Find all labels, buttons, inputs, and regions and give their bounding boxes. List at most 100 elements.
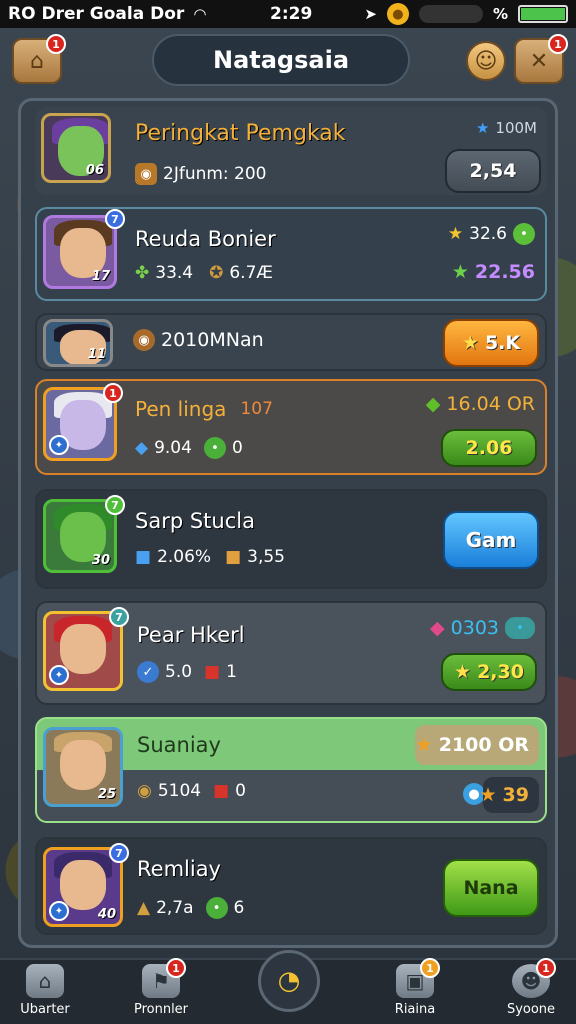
header: ⌂ 1 Natagsaia ☺ ✕ 1 [0,30,576,92]
level-label: 40 [97,907,116,922]
leaf-icon: • [203,437,226,459]
avatar: 06 [41,113,111,183]
featured-row[interactable]: 06 Peringkat Pemgkak ◉ 2Jfunm: 200 ★ 100… [35,107,547,195]
avatar: 17 [43,215,117,289]
score-top: ★ 2100 OR [415,725,539,765]
score-value: 22.56 [474,261,535,283]
score-value: 32.6 [469,224,507,244]
coin-icon: ◉ [137,781,152,801]
coin-icon: ◉ [135,163,157,185]
level-label: 30 [91,553,110,568]
gem-icon: ◆ [430,617,445,639]
profile-button[interactable]: ☺ [466,41,506,81]
stat-group: ◆ 9.04 • 0 [135,437,243,459]
page-title: Natagsaia [152,34,410,86]
notification-badge: 1 [46,34,66,54]
star-icon: ★ [451,261,469,283]
home-icon: ⌂ [30,48,44,74]
score-top: ◆ 0303 • [430,617,535,639]
level-label: 06 [85,163,104,178]
stat-value: 0 [235,781,246,801]
list-item[interactable]: ✦ 40 7 Remliay ▲ 2,7a • 6 Nana [35,837,547,935]
close-icon: ✕ [529,48,549,74]
stat-value: 5104 [157,781,202,801]
coin-icon: ◉ [133,329,155,351]
stat-value: 6 [233,898,245,918]
list-item[interactable]: 30 7 Sarp Stucla ■ 2.06% ■ 3,55 Gam [35,489,547,589]
nav-item-account[interactable]: ☻ 1 Syoone [486,958,576,1024]
stat-value: 0 [231,438,243,458]
close-button[interactable]: ✕ 1 [514,34,568,84]
battery-percent: % [492,5,508,23]
player-name: Pear Hkerl [137,623,245,647]
stat-value: 5.0 [165,662,193,682]
face-shape [60,740,106,790]
star-icon: ★ [415,734,433,756]
list-item[interactable]: ✦ 7 Pear Hkerl ✓ 5.0 ■ 1 ◆ 0303 • ★ 2,30 [35,601,547,705]
location-icon: ➤ [364,5,377,23]
button-label: 2,30 [477,661,524,683]
level-label: 17 [91,269,110,284]
nav-item-home[interactable]: ⌂ Ubarter [0,964,90,1024]
player-name-group: Pen linga 107 [135,397,273,421]
score-bottom: ★ 39 [479,777,539,813]
bag-icon: ■ [225,547,242,567]
nav-label: Syoone [506,1002,556,1017]
face-shape [60,624,106,674]
face-shape [60,860,106,910]
status-pill [418,5,483,23]
user-icon: ☻ 1 [512,958,556,998]
notification-badge: 1 [166,958,186,978]
player-name: 2010MNan [161,329,264,351]
notification-badge: 1 [420,958,440,978]
top-value-text: 100M [495,119,537,137]
bottom-nav: ⌂ Ubarter ⚑ 1 Pronnler ◔ ▣ 1 Riaina ☻ 1 … [0,950,576,1024]
score-button[interactable]: ★ 2,30 [441,653,537,691]
clover-icon: ✤ [135,263,150,283]
stat-value: 9.04 [154,438,192,458]
action-button[interactable]: Gam [443,511,539,569]
score-value: 0303 [450,617,499,639]
stat-group: ✓ 5.0 ■ 1 [137,661,237,683]
player-name: Suaniay [137,733,221,757]
nav-label: Pronnler [133,1002,189,1017]
emblem-icon: ✦ [49,901,69,921]
nav-center-button[interactable]: ◔ [258,950,320,1012]
nav-label: Ubarter [20,1002,70,1017]
player-name: Reuda Bonier [135,227,276,251]
battery-icon [518,5,568,23]
list-item[interactable]: 25 Suaniay ◉ 5104 ■ 0 ★ 2100 OR ● ★ 39 [35,717,547,823]
shop-icon: ▣ 1 [396,958,440,998]
stat-group: ◉ 5104 ■ 0 [137,781,246,801]
score-button[interactable]: 2.06 [441,429,537,467]
top-value: ★ 100M [476,119,537,137]
notification-badge: 1 [536,958,556,978]
reward-button[interactable]: ★ 5.K [443,319,539,367]
coin-icon: ● [386,3,409,25]
home-button[interactable]: ⌂ 1 [12,34,66,84]
wifi-icon: ◠ [194,5,206,23]
flag-icon: ⚑ 1 [142,958,186,998]
gear-icon: ✪ [209,263,224,283]
leaf-icon: • [205,897,228,919]
score-bottom: ★ 22.56 [452,261,535,283]
rank-badge: 7 [105,495,125,515]
stat-value: 2,7a [156,898,194,918]
list-item[interactable]: ✦ 1 Pen linga 107 ◆ 9.04 • 0 ◆ 16.04 OR … [35,379,547,475]
nav-item-shop[interactable]: ▣ 1 Riaina [370,958,460,1024]
featured-button[interactable]: 2,54 [445,149,541,193]
smiley-icon: ☺ [474,48,498,74]
rank-badge: 7 [109,607,129,627]
emblem-icon: ✦ [49,435,69,455]
star-icon: ★ [479,784,497,806]
action-button[interactable]: Nana [443,859,539,917]
nav-item-profile[interactable]: ⚑ 1 Pronnler [116,958,206,1024]
diamond-icon: ◆ [425,393,441,415]
stat-value: 2.06% [157,547,212,567]
list-item[interactable]: 17 7 Reuda Bonier ✤ 33.4 ✪ 6.7Æ ★ 32.6 •… [35,207,547,301]
player-name: Remliay [137,857,221,881]
list-item[interactable]: 11 ◉ 2010MNan ★ 5.K [35,313,547,371]
score-top: ★ 32.6 • [448,223,535,245]
level-label: 25 [97,787,116,802]
status-bar: RO Drer Goala Dor ◠ 2:29 ➤ ● % [0,0,576,28]
